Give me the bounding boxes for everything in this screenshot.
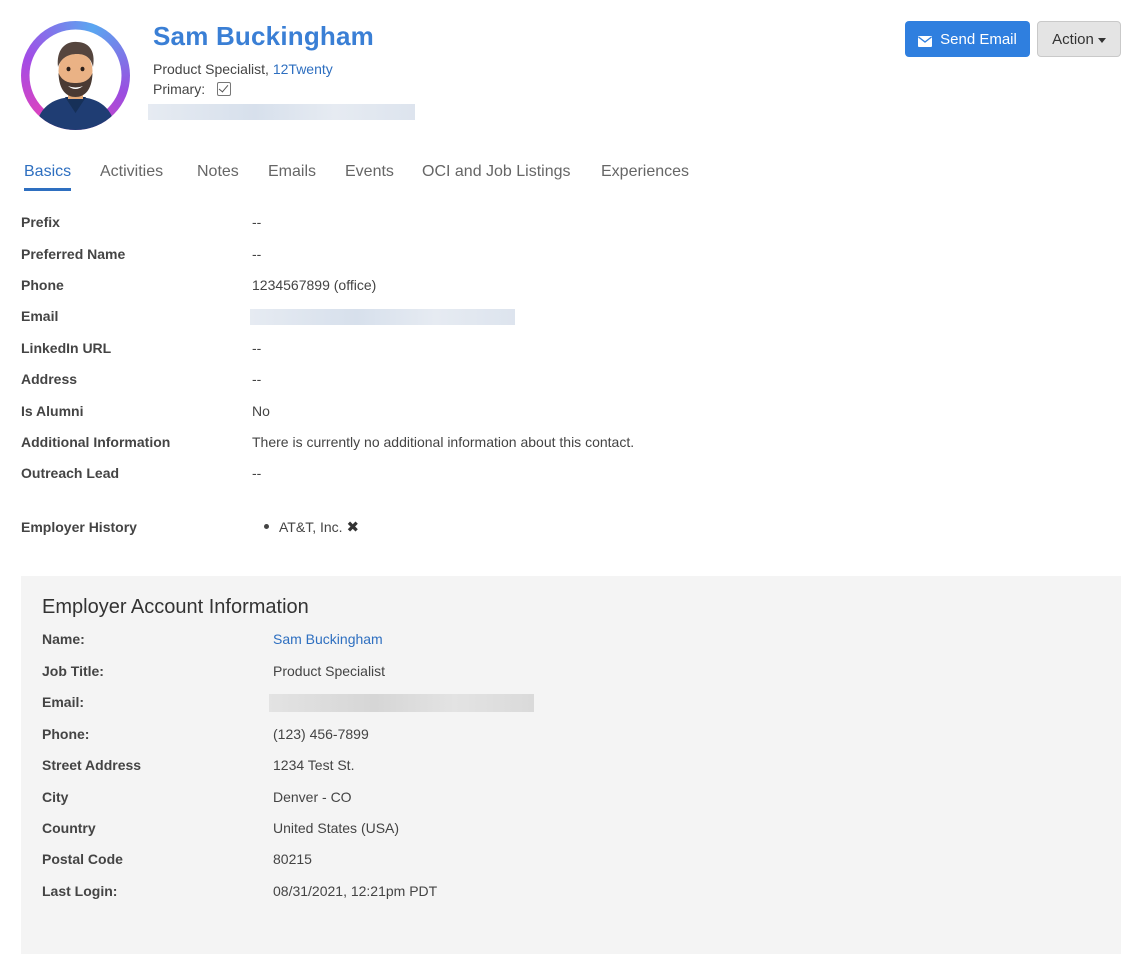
tab-basics[interactable]: Basics [24, 155, 72, 191]
employer-history-item: AT&T, Inc. ✖ [264, 518, 359, 536]
additional-information-label: Additional Information [21, 434, 171, 450]
account-phone-value: (123) 456-7899 [273, 726, 369, 742]
account-city-label: City [42, 789, 69, 805]
tab-experiences[interactable]: Experiences [601, 155, 689, 189]
remove-x-icon[interactable]: ✖ [347, 519, 360, 536]
redacted-field [148, 104, 415, 120]
contact-header: Sam Buckingham Product Specialist, 12Twe… [0, 0, 1141, 140]
is-alumni-value: No [252, 403, 270, 419]
account-country-label: Country [42, 820, 96, 836]
account-last-login-value: 08/31/2021, 12:21pm PDT [273, 883, 438, 899]
caret-down-icon [1097, 37, 1106, 43]
tab-oci-job-listings[interactable]: OCI and Job Listings [422, 155, 571, 189]
account-street-label: Street Address [42, 757, 142, 773]
additional-information-value: There is currently no additional informa… [252, 434, 635, 450]
account-city-value: Denver - CO [273, 789, 352, 805]
linkedin-url-label: LinkedIn URL [21, 340, 112, 356]
send-email-button[interactable]: Send Email [905, 21, 1030, 57]
company-link[interactable]: 12Twenty [273, 61, 333, 77]
checkbox-checked-icon [217, 82, 232, 96]
email-label: Email [21, 308, 59, 324]
account-country-value: United States (USA) [273, 820, 400, 836]
tab-events[interactable]: Events [345, 155, 394, 189]
employer-account-title: Employer Account Information [42, 596, 309, 618]
linkedin-url-value: -- [252, 340, 262, 356]
account-street-value: 1234 Test St. [273, 757, 355, 773]
contact-subtitle: Product Specialist, 12Twenty [153, 61, 333, 77]
bullet-icon [264, 524, 269, 529]
envelope-icon [918, 34, 933, 47]
profile-tabs: Basics Activities Notes Emails Events OC… [0, 155, 1141, 191]
send-email-label: Send Email [940, 30, 1017, 48]
preferred-name-label: Preferred Name [21, 246, 126, 262]
primary-indicator: Primary: [153, 81, 232, 97]
account-name-link[interactable]: Sam Buckingham [273, 631, 383, 647]
account-postal-code-label: Postal Code [42, 851, 123, 867]
outreach-lead-value: -- [252, 465, 262, 481]
account-name-label: Name: [42, 631, 85, 647]
email-value-redacted [250, 309, 515, 325]
phone-value: 1234567899 (office) [252, 277, 377, 293]
tab-emails[interactable]: Emails [268, 155, 316, 189]
account-postal-code-value: 80215 [273, 851, 312, 867]
account-last-login-label: Last Login: [42, 883, 118, 899]
prefix-value: -- [252, 214, 262, 230]
employer-history-name: AT&T, Inc. [279, 519, 343, 535]
action-label: Action [1052, 30, 1094, 48]
is-alumni-label: Is Alumni [21, 403, 84, 419]
primary-label: Primary: [153, 81, 206, 97]
account-job-title-value: Product Specialist [273, 663, 386, 679]
phone-label: Phone [21, 277, 64, 293]
preferred-name-value: -- [252, 246, 262, 262]
address-value: -- [252, 371, 262, 387]
account-job-title-label: Job Title: [42, 663, 104, 679]
tab-activities[interactable]: Activities [100, 155, 163, 189]
account-email-label: Email: [42, 694, 85, 710]
employer-history-label: Employer History [21, 519, 137, 535]
tab-notes[interactable]: Notes [197, 155, 239, 189]
account-phone-label: Phone: [42, 726, 90, 742]
address-label: Address [21, 371, 78, 387]
contact-name: Sam Buckingham [153, 21, 374, 51]
action-dropdown-button[interactable]: Action [1037, 21, 1121, 57]
employer-account-panel: Employer Account Information Name: Sam B… [21, 576, 1121, 954]
outreach-lead-label: Outreach Lead [21, 465, 120, 481]
account-email-redacted [269, 694, 534, 712]
job-title: Product Specialist, [153, 61, 269, 77]
prefix-label: Prefix [21, 214, 60, 230]
avatar [21, 21, 130, 130]
